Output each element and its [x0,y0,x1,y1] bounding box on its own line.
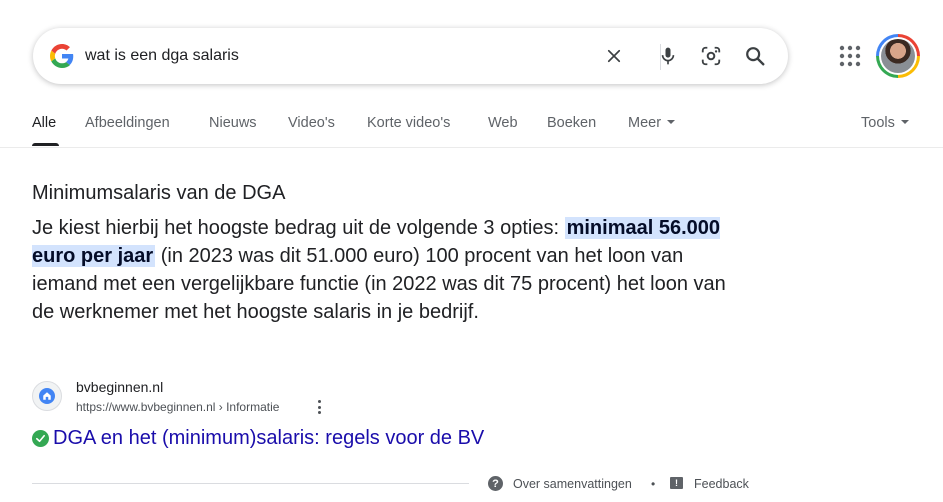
tab-web[interactable]: Web [488,114,518,132]
search-box[interactable]: wat is een dga salaris [33,28,788,84]
result-title-link[interactable]: DGA en het (minimum)salaris: regels voor… [32,425,484,451]
about-snippets-link[interactable]: Over samenvattingen [513,476,632,492]
tools-label: Tools [861,115,895,131]
search-icon[interactable] [743,44,767,68]
camera-lens-icon[interactable] [699,44,723,68]
chevron-down-icon [667,120,676,125]
microphone-icon[interactable] [656,44,680,68]
home-icon [39,388,55,404]
close-icon[interactable] [602,44,626,68]
tools-button[interactable]: Tools [861,114,909,132]
tab-nieuws[interactable]: Nieuws [209,114,257,132]
apps-grid-icon[interactable] [838,44,862,68]
tab-boeken[interactable]: Boeken [547,114,596,132]
tab-alle[interactable]: Alle [32,114,56,132]
site-favicon[interactable] [32,381,62,411]
divider [32,483,469,484]
site-url[interactable]: https://www.bvbeginnen.nl › Informatie [76,399,279,415]
help-icon[interactable]: ? [488,476,503,491]
tab-korte-videos[interactable]: Korte video's [367,114,450,132]
tab-meer[interactable]: Meer [628,114,676,132]
footer-separator: • [651,477,656,491]
search-tabs: Alle Afbeeldingen Nieuws Video's Korte v… [0,108,943,148]
result-title-text: DGA en het (minimum)salaris: regels voor… [53,427,485,449]
check-icon [32,429,49,447]
tab-meer-label: Meer [628,115,662,131]
avatar-photo [881,39,915,73]
chevron-down-icon [900,120,909,125]
google-g-icon [50,44,74,68]
site-name[interactable]: bvbeginnen.nl [76,378,163,396]
search-input[interactable]: wat is een dga salaris [85,45,239,67]
snippet-text: Je kiest hierbij het hoogste bedrag uit … [32,214,752,326]
tab-afbeeldingen[interactable]: Afbeeldingen [85,114,170,132]
more-options-icon[interactable] [312,399,326,415]
snippet-text-before: Je kiest hierbij het hoogste bedrag uit … [32,217,565,239]
account-avatar[interactable] [876,34,920,78]
tab-videos[interactable]: Video's [288,114,335,132]
avatar-frame [879,37,917,75]
snippet-title: Minimumsalaris van de DGA [32,182,286,204]
feedback-icon[interactable]: ! [670,477,683,489]
feedback-link[interactable]: Feedback [694,476,749,492]
active-tab-indicator [32,143,59,146]
